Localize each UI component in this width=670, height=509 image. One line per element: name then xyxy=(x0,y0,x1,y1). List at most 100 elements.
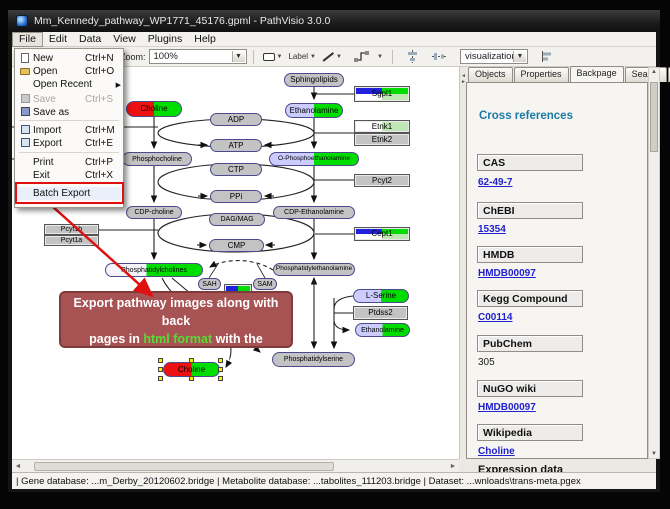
tab-backpage[interactable]: Backpage xyxy=(570,66,624,82)
menu-plugins[interactable]: Plugins xyxy=(142,32,188,47)
menu-item-save-as[interactable]: Save as xyxy=(17,106,121,119)
menu-item-save[interactable]: Save Ctrl+S xyxy=(17,93,121,106)
zoom-dropdown-arrow[interactable]: ▼ xyxy=(232,51,245,62)
menu-item-open-recent[interactable]: Open Recent ▶ xyxy=(17,78,121,91)
node-dag-mag[interactable]: DAG/MAG xyxy=(209,213,265,226)
node-sah[interactable]: SAH xyxy=(198,278,221,290)
tab-objects[interactable]: Objects xyxy=(468,67,513,82)
node-ethanolamine-bottom[interactable]: Ethanolamine xyxy=(355,323,410,337)
visualization-dropdown-arrow[interactable]: ▼ xyxy=(513,51,526,62)
annotation-line2-pre: pages in xyxy=(89,332,143,346)
menu-help[interactable]: Help xyxy=(188,32,222,47)
annotation-highlight: html format xyxy=(143,332,212,346)
scroll-up-icon[interactable]: ▲ xyxy=(649,69,659,75)
title-bar[interactable]: Mm_Kennedy_pathway_WP1771_45176.gpml - P… xyxy=(8,10,660,32)
node-atp[interactable]: ATP xyxy=(210,139,262,152)
menu-data[interactable]: Data xyxy=(73,32,107,47)
gene-node-cept1[interactable]: Cept1 xyxy=(354,227,410,241)
horizontal-scroll-thumb[interactable] xyxy=(34,462,334,471)
vertical-scroll-thumb[interactable] xyxy=(650,82,658,152)
xref-section-chebi: ChEBI xyxy=(477,202,583,219)
label-tool-text: Label xyxy=(288,52,308,61)
scroll-down-icon[interactable]: ▼ xyxy=(649,451,659,457)
menu-item-exit[interactable]: Exit Ctrl+X xyxy=(17,169,121,182)
node-phosphatidylcholines[interactable]: Phosphatidylcholines xyxy=(105,263,203,277)
node-sphingolipids[interactable]: Sphingolipids xyxy=(284,73,344,87)
node-phosphatidylserine[interactable]: Phosphatidylserine xyxy=(272,352,355,367)
node-ppi[interactable]: PPi xyxy=(210,190,262,203)
scroll-right-icon[interactable]: ► xyxy=(447,463,459,470)
menu-view[interactable]: View xyxy=(107,32,142,47)
xref-value-pubchem: 305 xyxy=(478,357,495,368)
panel-vertical-scrollbar[interactable]: ▲ ▼ xyxy=(648,67,660,459)
line-tool[interactable]: ▼ xyxy=(322,52,342,62)
tab-properties[interactable]: Properties xyxy=(514,67,569,82)
gene-node-pcyt2[interactable]: Pcyt2 xyxy=(354,174,410,187)
align-left-icon[interactable] xyxy=(540,50,555,63)
datanode-tool[interactable]: ▼ xyxy=(263,53,283,61)
menu-item-export[interactable]: Export Ctrl+E xyxy=(17,137,121,150)
node-adp[interactable]: ADP xyxy=(210,113,262,126)
label-tool[interactable]: Label▼ xyxy=(288,52,316,61)
cross-references-heading: Cross references xyxy=(479,110,573,122)
scroll-left-icon[interactable]: ◄ xyxy=(12,463,24,470)
import-icon xyxy=(17,125,33,136)
panel-splitter[interactable]: ◄► xyxy=(459,67,466,459)
menu-item-import[interactable]: Import Ctrl+M xyxy=(17,124,121,137)
xref-link-nugo[interactable]: HMDB00097 xyxy=(478,402,536,413)
xref-link-hmdb[interactable]: HMDB00097 xyxy=(478,268,536,279)
visualization-combobox[interactable]: visualization ▼ xyxy=(460,49,528,64)
menu-edit[interactable]: Edit xyxy=(43,32,73,47)
line-tool-icon xyxy=(322,52,334,62)
node-phosphatidylethanolamine[interactable]: Phosphatidylethanolamine xyxy=(273,263,355,276)
menu-item-open[interactable]: Open Ctrl+O xyxy=(17,65,121,78)
node-l-serine[interactable]: L-Serine xyxy=(353,289,409,303)
selection-handle[interactable] xyxy=(158,358,163,363)
zoom-combobox[interactable]: 100% ▼ xyxy=(149,49,247,64)
selection-handle[interactable] xyxy=(218,358,223,363)
gene-node-pcyt1a[interactable]: Pcyt1a xyxy=(44,235,99,246)
save-disk-icon xyxy=(17,94,33,105)
selection-handle[interactable] xyxy=(218,376,223,381)
menu-item-print[interactable]: Print Ctrl+P xyxy=(17,156,121,169)
align-center-horizontal-icon[interactable] xyxy=(432,50,447,63)
gene-node-sgpl1[interactable]: Sgpl1 xyxy=(354,86,410,102)
selection-handle[interactable] xyxy=(189,358,194,363)
selection-handle[interactable] xyxy=(158,376,163,381)
canvas-horizontal-scrollbar[interactable]: ◄ ► xyxy=(12,459,459,472)
node-phosphocholine[interactable]: Phosphocholine xyxy=(122,152,192,166)
xref-section-cas: CAS xyxy=(477,154,583,171)
selection-handle[interactable] xyxy=(218,367,223,372)
selection-handle[interactable] xyxy=(158,367,163,372)
node-choline-top[interactable]: Choline xyxy=(126,101,182,117)
gene-node-etnk2[interactable]: Etnk2 xyxy=(354,133,410,146)
connector-tool[interactable]: ▼ xyxy=(348,50,383,63)
menu-file[interactable]: File xyxy=(12,32,43,47)
tab-search[interactable]: Search xyxy=(625,67,668,82)
xref-section-kegg: Kegg Compound xyxy=(477,290,583,307)
node-ethanolamine-top[interactable]: Ethanolamine xyxy=(285,103,343,118)
selection-handle[interactable] xyxy=(189,376,194,381)
xref-link-kegg[interactable]: C00114 xyxy=(478,312,512,323)
annotation-callout: Export pathway images along with back pa… xyxy=(59,291,293,348)
gene-node-ptdss2[interactable]: Ptdss2 xyxy=(353,306,408,320)
node-o-phosphoethanolamine[interactable]: O-Phosphoethanolamine xyxy=(269,152,359,166)
app-icon xyxy=(16,15,28,27)
status-text: | Gene database: ...m_Derby_20120602.bri… xyxy=(16,476,581,487)
xref-link-cas[interactable]: 62-49-7 xyxy=(478,177,512,188)
xref-link-chebi[interactable]: 15354 xyxy=(478,224,506,235)
gene-node-pcyt1b[interactable]: Pcyt1b xyxy=(44,224,99,235)
xref-link-wikipedia[interactable]: Choline xyxy=(478,446,515,457)
gene-node-etnk1[interactable]: Etnk1 xyxy=(354,120,410,133)
node-cdp-choline[interactable]: CDP-choline xyxy=(126,206,182,219)
annotation-line1: Export pathway images along with back xyxy=(74,296,279,328)
xref-section-hmdb: HMDB xyxy=(477,246,583,263)
datanode-tool-icon xyxy=(263,53,275,61)
menu-item-new[interactable]: New Ctrl+N xyxy=(17,52,121,65)
node-cmp[interactable]: CMP xyxy=(209,239,264,252)
node-ctp[interactable]: CTP xyxy=(210,163,262,176)
node-cdp-ethanolamine[interactable]: CDP-Ethanolamine xyxy=(273,206,355,219)
node-choline-selected[interactable]: Choline xyxy=(163,362,220,377)
node-sam[interactable]: SAM xyxy=(253,278,277,290)
align-center-vertical-icon[interactable] xyxy=(405,50,420,63)
